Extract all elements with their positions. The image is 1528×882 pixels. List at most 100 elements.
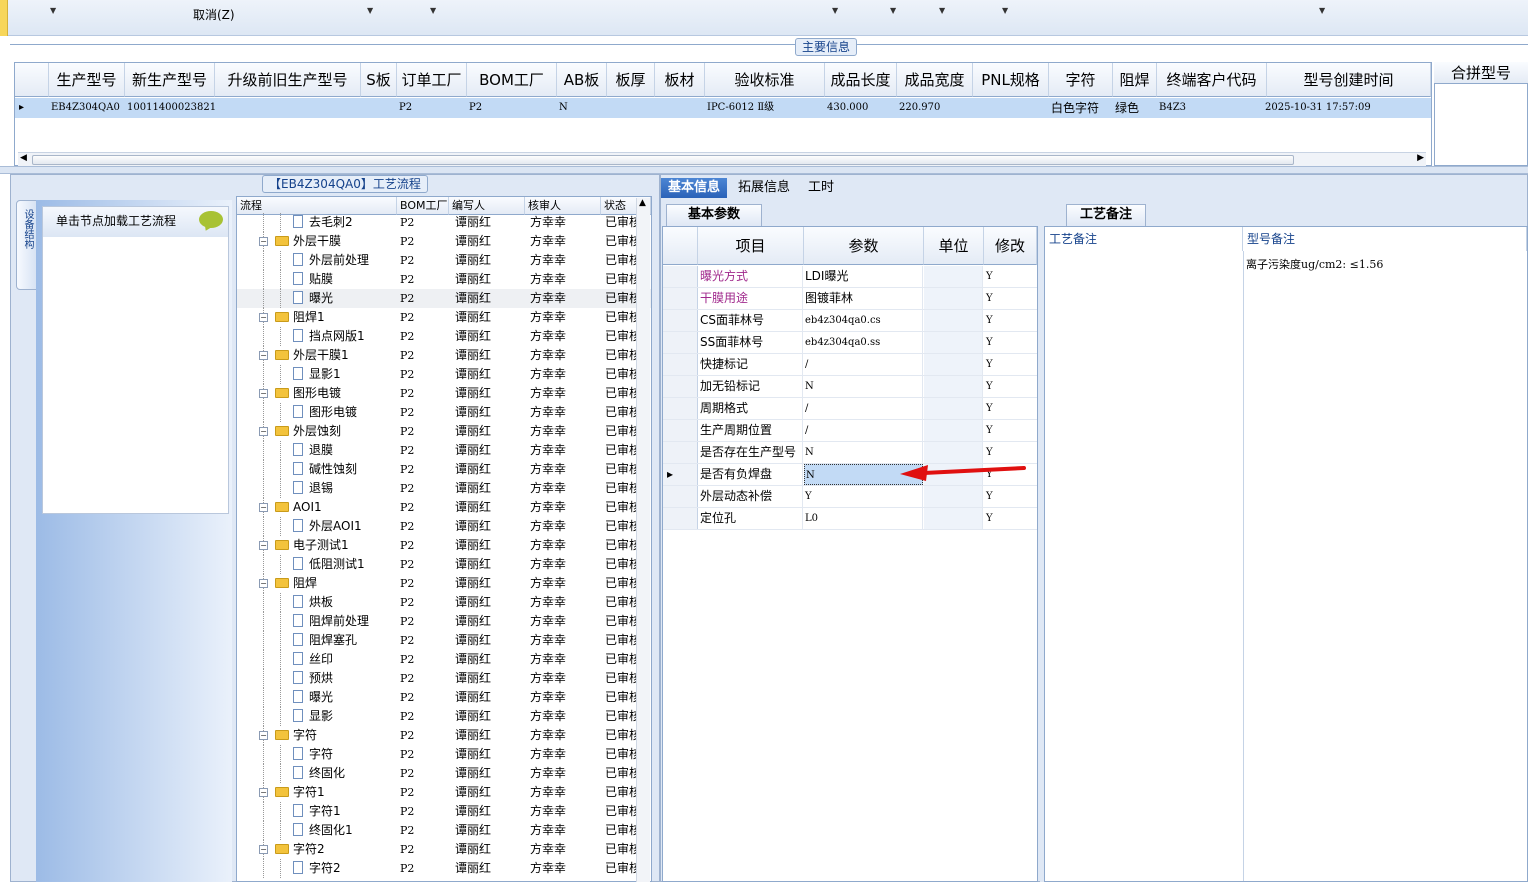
tree-node-label[interactable]: 阻焊前处理 [309,614,369,628]
column-header[interactable]: 生产型号 [49,63,125,97]
param-column-header[interactable]: 项目 [698,227,804,265]
column-header[interactable]: 订单工厂 [397,63,467,97]
chevron-down-icon[interactable]: ▼ [939,6,945,15]
vertical-tab-equipment[interactable]: 设备结构 [16,200,38,290]
collapse-icon[interactable]: − [259,579,268,588]
tree-node-label[interactable]: 贴膜 [309,272,333,286]
tree-row[interactable]: 阻焊塞孔 P2 谭丽红 方幸幸 已审核 [237,631,651,650]
table-cell[interactable]: B4Z3 [1159,98,1275,118]
param-column-header[interactable]: 单位 [924,227,984,265]
tab-basic-info[interactable]: 基本信息 [661,178,728,198]
param-unit[interactable] [924,332,983,353]
scroll-left-icon[interactable]: ◀ [20,153,27,163]
param-row[interactable]: CS面菲林号 eb4z304qa0.cs Y [663,310,1037,332]
tree-row[interactable]: − 阻焊 P2 谭丽红 方幸幸 已审核 [237,574,651,593]
cancel-button[interactable]: 取消(Z) [193,6,235,23]
row-header[interactable] [663,508,698,529]
row-header[interactable] [663,354,698,375]
tree-row[interactable]: 碱性蚀刻 P2 谭丽红 方幸幸 已审核 [237,460,651,479]
horizontal-splitter[interactable] [0,166,1528,174]
tree-row[interactable]: 退锡 P2 谭丽红 方幸幸 已审核 [237,479,651,498]
tree-node-label[interactable]: 烘板 [309,595,333,609]
param-unit[interactable] [924,508,983,529]
tree-node-label[interactable]: 外层蚀刻 [293,424,341,438]
param-row[interactable]: 定位孔 L0 Y [663,508,1037,530]
chevron-down-icon[interactable]: ▼ [1002,6,1008,15]
column-header[interactable]: PNL规格 [973,63,1049,97]
param-value[interactable]: eb4z304qa0.ss [804,332,923,353]
param-edit-flag[interactable]: Y [984,486,1036,507]
param-unit[interactable] [924,420,983,441]
table-cell[interactable] [217,98,369,118]
tree-row[interactable]: 挡点网版1 P2 谭丽红 方幸幸 已审核 [237,327,651,346]
collapse-icon[interactable]: − [259,845,268,854]
tree-node-label[interactable]: 退锡 [309,481,333,495]
chevron-down-icon[interactable]: ▼ [50,6,56,15]
table-cell[interactable] [609,98,663,118]
tree-row[interactable]: − 外层干膜1 P2 谭丽红 方幸幸 已审核 [237,346,651,365]
param-edit-flag[interactable]: Y [984,420,1036,441]
chevron-down-icon[interactable]: ▼ [832,6,838,15]
tree-node-label[interactable]: 字符1 [309,804,341,818]
tab-work-hours[interactable]: 工时 [801,178,841,198]
param-edit-flag[interactable]: Y [984,376,1036,397]
collapse-icon[interactable]: − [259,351,268,360]
param-edit-flag[interactable]: Y [984,354,1036,375]
row-header[interactable] [663,398,698,419]
param-value[interactable]: L0 [804,508,923,529]
param-value[interactable]: 图镀菲林 [804,288,923,309]
param-edit-flag[interactable]: Y [984,442,1036,463]
tree-row[interactable]: − 字符1 P2 谭丽红 方幸幸 已审核 [237,783,651,802]
table-cell[interactable]: P2 [399,98,475,118]
param-unit[interactable] [924,288,983,309]
row-header[interactable] [663,310,698,331]
param-unit[interactable] [924,486,983,507]
notes-grid[interactable]: 工艺备注 型号备注 [1044,226,1528,882]
tree-node-label[interactable]: 退膜 [309,443,333,457]
table-cell[interactable]: EB4Z304QA0 [51,98,133,118]
tree-node-label[interactable]: 字符2 [309,861,341,875]
tree-node-label[interactable]: 低阻测试1 [309,557,365,571]
param-row[interactable]: 周期格式 / Y [663,398,1037,420]
chevron-down-icon[interactable]: ▼ [1319,6,1325,15]
tree-node-label[interactable]: 预烘 [309,671,333,685]
tree-row[interactable]: 终固化1 P2 谭丽红 方幸幸 已审核 [237,821,651,840]
param-row[interactable]: 干膜用途 图镀菲林 Y [663,288,1037,310]
collapse-icon[interactable]: − [259,237,268,246]
tree-node-label[interactable]: 外层前处理 [309,253,369,267]
tree-row[interactable]: 丝印 P2 谭丽红 方幸幸 已审核 [237,650,651,669]
tree-row[interactable]: 外层AOI1 P2 谭丽红 方幸幸 已审核 [237,517,651,536]
tree-node-label[interactable]: 挡点网版1 [309,329,365,343]
tree-row[interactable]: − 外层蚀刻 P2 谭丽红 方幸幸 已审核 [237,422,651,441]
subtab-basic-params[interactable]: 基本参数 [666,204,762,226]
param-unit[interactable] [924,266,983,287]
tree-row[interactable]: 预烘 P2 谭丽红 方幸幸 已审核 [237,669,651,688]
tree-row[interactable]: 低阻测试1 P2 谭丽红 方幸幸 已审核 [237,555,651,574]
param-value[interactable]: N [804,376,923,397]
scroll-right-icon[interactable]: ▶ [1417,153,1424,163]
column-header[interactable]: S板 [361,63,397,97]
chevron-down-icon[interactable]: ▼ [367,6,373,15]
row-header[interactable] [663,376,698,397]
tree-row[interactable]: − 字符2 P2 谭丽红 方幸幸 已审核 [237,840,651,859]
column-header[interactable]: 板材 [655,63,705,97]
param-value[interactable]: Y [804,486,923,507]
process-tree[interactable]: 流程 BOM工厂 编写人 核审人 状态 去毛刺2 P2 谭丽红 方幸幸 已审核 − 外层干膜 P2 谭丽… [236,196,652,882]
param-value[interactable]: / [804,420,923,441]
scrollbar-thumb[interactable] [32,155,1294,165]
tree-row[interactable]: − 阻焊1 P2 谭丽红 方幸幸 已审核 [237,308,651,327]
table-cell[interactable] [657,98,713,118]
table-cell[interactable]: IPC-6012 Ⅱ级 [707,98,833,118]
tree-row[interactable]: 显影 P2 谭丽红 方幸幸 已审核 [237,707,651,726]
table-cell[interactable]: 220.970 [899,98,981,118]
param-edit-flag[interactable]: Y [984,508,1036,529]
tree-row[interactable]: − 图形电镀 P2 谭丽红 方幸幸 已审核 [237,384,651,403]
column-header[interactable]: 成品长度 [825,63,897,97]
tree-row[interactable]: 显影1 P2 谭丽红 方幸幸 已审核 [237,365,651,384]
param-value[interactable]: eb4z304qa0.cs [804,310,923,331]
tree-row[interactable]: 曝光 P2 谭丽红 方幸幸 已审核 [237,289,651,308]
tree-node-label[interactable]: 字符2 [293,842,325,856]
param-value[interactable]: / [804,398,923,419]
row-header[interactable] [663,442,698,463]
table-cell[interactable]: 2025-10-31 17:57:09 [1265,98,1435,118]
